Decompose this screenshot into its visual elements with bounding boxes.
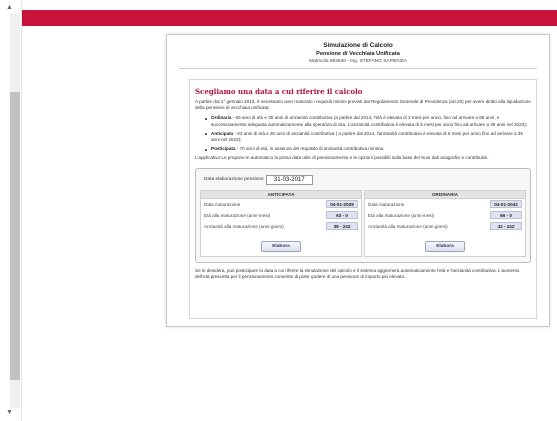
vertical-scrollbar[interactable]: ▲ ▼ [0, 0, 22, 421]
row-label: Data maturazione [368, 201, 405, 207]
option-name: Posticipata [211, 146, 236, 152]
calc-panel: Data elaborazione pensione 31-03-2017 AN… [195, 167, 531, 263]
browser-viewport: ▲ ▼ Simulazione di Calcolo Pensione di V… [0, 0, 557, 421]
header-divider [179, 68, 537, 69]
button-wrap: Elabora [201, 232, 361, 256]
elabora-anticipata-button[interactable]: Elabora [261, 240, 301, 252]
option-ordinaria: Ordinaria - 65 anni di età e 30 anni di … [205, 115, 531, 127]
page-header: Simulazione di Calcolo Pensione di Vecch… [167, 35, 549, 66]
row-value: 04-01-2042 [490, 200, 522, 209]
row-label: Età alla maturazione (anni-mesi) [204, 212, 271, 218]
page-card: Simulazione di Calcolo Pensione di Vecch… [166, 34, 550, 327]
row-value: 39 - 242 [326, 222, 358, 231]
button-wrap: Elabora [365, 232, 525, 256]
option-anticipata: Anticipata - 63 anni di età e 30 anni di… [205, 131, 531, 143]
row-value: 42 - 242 [490, 222, 522, 231]
option-text: - 65 anni di età e 30 anni di anzianità … [211, 115, 527, 127]
date-elaborazione-input[interactable]: 31-03-2017 [265, 174, 313, 185]
table-row: Età alla maturazione (anni-mesi) 66 - 0 [365, 210, 525, 221]
option-name: Ordinaria [211, 115, 232, 121]
anticipata-header: ANTICIPATA [201, 190, 361, 199]
date-label: Data elaborazione pensione [204, 177, 264, 183]
page-subtitle: Pensione di Vecchiaia Unificata [316, 51, 400, 57]
option-name: Anticipata [211, 130, 234, 136]
row-value: 66 - 0 [490, 211, 522, 220]
table-row: Data maturazione 04-01-2039 [201, 199, 361, 210]
option-text: - 63 anni di età e 30 anni di anzianità … [211, 130, 523, 143]
scroll-up-arrow-icon[interactable]: ▲ [6, 4, 13, 12]
row-label: Anzianità alla maturazione (anni-giorni) [368, 223, 448, 229]
ordinaria-header: ORDINARIA [365, 190, 525, 199]
matricola-info: Matricola 693630 - Ing. STEFANO SAPIENZA [309, 59, 407, 64]
row-label: Data maturazione [204, 201, 241, 207]
table-row: Data maturazione 04-01-2042 [365, 199, 525, 210]
table-row: Età alla maturazione (anni-mesi) 63 - 0 [201, 210, 361, 221]
options-list: Ordinaria - 65 anni di età e 30 anni di … [205, 115, 531, 152]
footer-note: Se lo desidera, può posticipare la data … [195, 267, 520, 279]
top-brand-bar [22, 10, 557, 26]
option-text: - 70 anni di età, in assenza del requisi… [235, 146, 385, 152]
anticipata-column: ANTICIPATA Data maturazione 04-01-2039 E… [200, 189, 362, 257]
row-value: 63 - 0 [326, 211, 358, 220]
intro-text: A partire dal 1° gennaio 2013, è necessa… [195, 99, 531, 111]
page-title: Simulazione di Calcolo [323, 42, 393, 49]
scroll-down-arrow-icon[interactable]: ▼ [6, 409, 13, 417]
options-columns: ANTICIPATA Data maturazione 04-01-2039 E… [200, 189, 526, 257]
row-label: Anzianità alla maturazione (anni-giorni) [204, 223, 284, 229]
row-value: 04-01-2039 [326, 200, 358, 209]
note-text: L'applicativo Le propone in automatico l… [195, 155, 489, 161]
date-row: Data elaborazione pensione 31-03-2017 [200, 173, 526, 187]
calc-section: Scegliamo una data a cui riferire il cal… [189, 79, 537, 319]
elabora-ordinaria-button[interactable]: Elabora [425, 240, 465, 252]
table-row: Anzianità alla maturazione (anni-giorni)… [365, 221, 525, 232]
ordinaria-column: ORDINARIA Data maturazione 04-01-2042 Et… [364, 189, 526, 257]
row-label: Età alla maturazione (anni-mesi) [368, 212, 435, 218]
section-heading: Scegliamo una data a cui riferire il cal… [195, 87, 363, 96]
scrollbar-thumb[interactable] [10, 92, 20, 380]
option-posticipata: Posticipata - 70 anni di età, in assenza… [205, 146, 531, 152]
table-row: Anzianità alla maturazione (anni-giorni)… [201, 221, 361, 232]
